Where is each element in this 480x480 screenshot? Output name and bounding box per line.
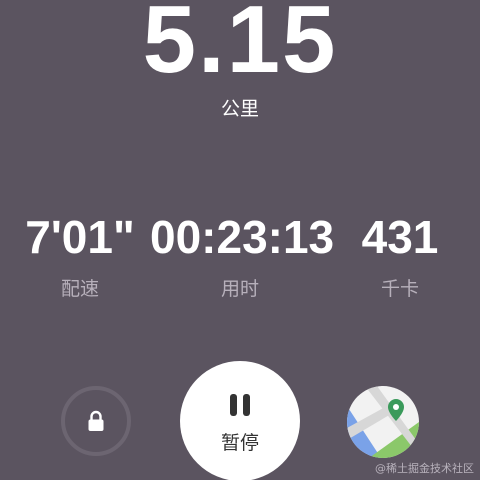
watermark: @稀土掘金技术社区 [375, 462, 474, 475]
pace-value: 7'01" [25, 211, 135, 263]
pause-label: 暂停 [220, 432, 259, 454]
map-pin-icon [347, 386, 419, 458]
lock-button[interactable] [61, 386, 131, 456]
map-button[interactable] [347, 386, 419, 458]
pause-icon [230, 394, 250, 416]
duration-value: 00:23:13 [150, 211, 335, 263]
calories-metric: 431 千卡 [310, 210, 480, 301]
distance-unit: 公里 [220, 98, 259, 120]
lock-icon [88, 410, 104, 431]
pace-label: 配速 [60, 278, 99, 300]
distance-value: 5.15 [142, 0, 338, 93]
duration-label: 用时 [220, 278, 259, 300]
calories-label: 千卡 [380, 278, 419, 300]
pause-button[interactable]: 暂停 [180, 361, 300, 480]
duration-metric: 00:23:13 用时 [150, 210, 335, 301]
pace-metric: 7'01" 配速 [0, 210, 170, 301]
calories-value: 431 [361, 211, 439, 263]
